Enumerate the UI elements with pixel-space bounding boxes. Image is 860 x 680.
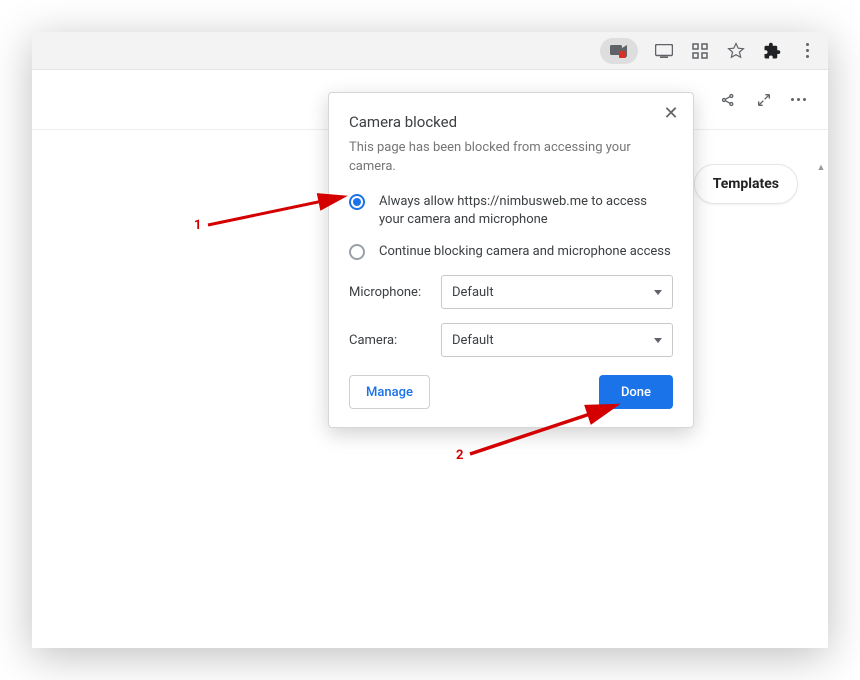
radio-block-label: Continue blocking camera and microphone …	[379, 243, 671, 261]
templates-tab[interactable]: Templates	[694, 164, 798, 204]
done-button[interactable]: Done	[599, 375, 673, 409]
radio-option-allow[interactable]: Always allow https://nimbusweb.me to acc…	[349, 193, 673, 229]
chevron-down-icon	[654, 338, 662, 343]
radio-option-block[interactable]: Continue blocking camera and microphone …	[349, 243, 673, 261]
radio-selected-icon[interactable]	[349, 194, 365, 210]
popup-actions: Manage Done	[349, 375, 673, 409]
close-icon[interactable]: ✕	[661, 103, 681, 123]
camera-value: Default	[452, 333, 494, 348]
chevron-down-icon	[654, 290, 662, 295]
done-button-label: Done	[621, 385, 651, 400]
radio-allow-label: Always allow https://nimbusweb.me to acc…	[379, 193, 673, 229]
browser-toolbar	[32, 32, 828, 70]
kebab-menu-icon[interactable]	[798, 43, 816, 58]
manage-button-label: Manage	[366, 385, 413, 400]
more-icon[interactable]	[791, 98, 806, 101]
scroll-up-icon[interactable]: ▲	[816, 162, 826, 172]
bookmark-star-icon[interactable]	[726, 41, 746, 61]
camera-row: Camera: Default	[349, 323, 673, 357]
camera-permission-popup: ✕ Camera blocked This page has been bloc…	[328, 92, 694, 428]
manage-button[interactable]: Manage	[349, 375, 430, 409]
microphone-label: Microphone:	[349, 285, 429, 300]
share-icon[interactable]	[719, 91, 737, 109]
annotation-2-label: 2	[456, 448, 463, 463]
extensions-puzzle-icon[interactable]	[762, 41, 782, 61]
microphone-select[interactable]: Default	[441, 275, 673, 309]
cast-icon[interactable]	[654, 41, 674, 61]
camera-label: Camera:	[349, 333, 429, 348]
popup-subtitle: This page has been blocked from accessin…	[349, 139, 673, 177]
templates-tab-label: Templates	[713, 176, 779, 192]
expand-icon[interactable]	[755, 91, 773, 109]
apps-grid-icon[interactable]	[690, 41, 710, 61]
scrollbar[interactable]: ▲	[816, 162, 826, 462]
popup-title: Camera blocked	[349, 113, 673, 131]
camera-blocked-indicator[interactable]	[600, 38, 638, 64]
annotation-1-label: 1	[194, 218, 201, 233]
radio-unselected-icon[interactable]	[349, 244, 365, 260]
microphone-row: Microphone: Default	[349, 275, 673, 309]
microphone-value: Default	[452, 285, 494, 300]
camera-select[interactable]: Default	[441, 323, 673, 357]
